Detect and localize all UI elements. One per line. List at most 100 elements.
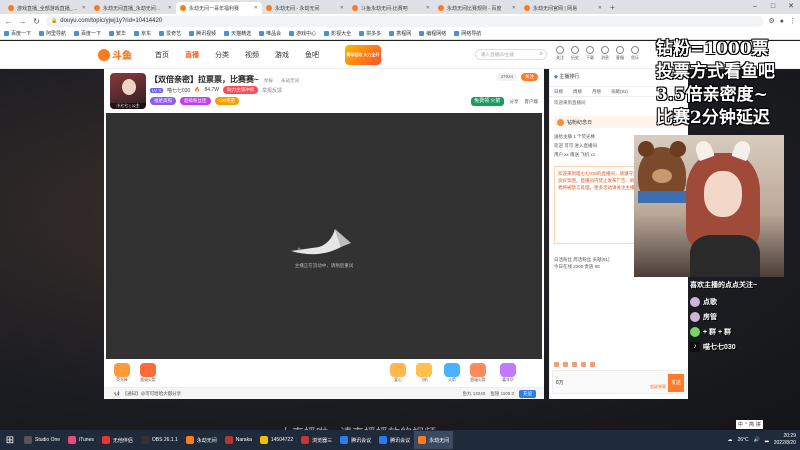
browser-tab[interactable]: 永劫无间 - 永劫无间 ✕ bbox=[262, 2, 348, 14]
browser-tab[interactable]: 游戏直播_全部游戏直播_斗鱼直播✕ bbox=[4, 2, 90, 14]
ime-button[interactable]: 简 bbox=[749, 421, 754, 428]
badge-super-fans[interactable]: 超级粉丝团 bbox=[180, 97, 211, 105]
close-tab-icon[interactable]: ✕ bbox=[82, 5, 86, 11]
send-button[interactable]: 发送 bbox=[668, 374, 684, 392]
chat-tab[interactable]: 贡献(91) bbox=[611, 89, 628, 95]
header-icon-item[interactable]: 消息 bbox=[601, 46, 609, 61]
chat-tab[interactable]: 周榜 bbox=[573, 89, 582, 95]
header-icon-item[interactable]: 关注 bbox=[556, 46, 564, 61]
nav-item[interactable]: 分类 bbox=[215, 50, 229, 60]
bookmark-item[interactable]: 百度一下 bbox=[4, 30, 31, 37]
anchor-name[interactable]: 喵七七030 bbox=[167, 87, 190, 94]
bookmark-item[interactable]: 爱奇艺 bbox=[159, 30, 181, 37]
profile-icon[interactable]: ● bbox=[780, 18, 784, 25]
nav-item[interactable]: 鱼吧 bbox=[305, 50, 319, 60]
ime-button[interactable]: 中 bbox=[738, 421, 743, 428]
header-icon-item[interactable]: 客服 bbox=[616, 46, 624, 61]
bookmark-item[interactable]: 携程网 bbox=[389, 30, 411, 37]
taskbar-item[interactable]: 14504722 bbox=[256, 431, 297, 449]
bookmark-item[interactable]: 唯品会 bbox=[259, 30, 281, 37]
bookmark-item[interactable]: 影视大全 bbox=[324, 30, 351, 37]
forward-icon[interactable]: → bbox=[18, 17, 27, 26]
bookmark-item[interactable]: 阿里导航 bbox=[39, 30, 66, 37]
taskbar-item[interactable]: Naraka bbox=[221, 431, 256, 449]
ime-button[interactable]: 拼 bbox=[756, 421, 761, 428]
gift-item[interactable]: 嘉年华 bbox=[496, 363, 520, 383]
gift-item[interactable]: 荧光棒 bbox=[110, 363, 134, 383]
gift-item[interactable]: 超级火箭 bbox=[136, 363, 160, 383]
browser-tab[interactable]: 永劫无间比赛规则 - 百度 ✕ bbox=[434, 2, 520, 14]
follow-button[interactable]: 关注 bbox=[521, 73, 538, 81]
close-tab-icon[interactable]: ✕ bbox=[168, 5, 172, 11]
network-icon[interactable]: ▂ bbox=[765, 437, 769, 443]
taskbar-item[interactable]: 永劫无间 bbox=[182, 431, 221, 449]
clock[interactable]: 20:29 2022/8/20 bbox=[774, 433, 796, 447]
badge-intimacy[interactable]: 100亲密 bbox=[214, 97, 240, 105]
color-icon[interactable] bbox=[572, 361, 577, 367]
browser-tab[interactable]: 永劫无间官网 | 网易 ✕ bbox=[520, 2, 606, 14]
bookmark-item[interactable]: 繁华 bbox=[109, 30, 126, 37]
search-icon[interactable]: ⌕ bbox=[540, 50, 543, 59]
taskbar-item[interactable]: 腾讯会议 bbox=[375, 431, 414, 449]
taskbar-item[interactable]: 腾讯会议 bbox=[336, 431, 375, 449]
header-icon-item[interactable]: 鱼乐 bbox=[631, 46, 639, 61]
taskbar-item[interactable]: Studio One bbox=[20, 431, 64, 449]
close-tab-icon[interactable]: ✕ bbox=[340, 5, 344, 11]
maximize-icon[interactable]: □ bbox=[764, 0, 782, 14]
settings-icon[interactable] bbox=[590, 361, 595, 367]
taskbar-item[interactable]: iTunes bbox=[64, 431, 98, 449]
ime-button[interactable]: ° bbox=[745, 422, 747, 428]
reload-icon[interactable]: ↻ bbox=[32, 17, 41, 26]
chat-tab[interactable]: 日榜 bbox=[554, 89, 563, 95]
bookmark-item[interactable]: 游戏中心 bbox=[289, 30, 316, 37]
rank-label[interactable]: 主播排行 bbox=[559, 74, 579, 80]
room-category[interactable]: 永劫无间 bbox=[281, 78, 299, 83]
nav-item[interactable]: 直播 bbox=[185, 50, 199, 60]
gift-item[interactable]: 火箭 bbox=[440, 363, 464, 383]
close-tab-icon[interactable]: ✕ bbox=[598, 5, 602, 11]
bookmark-item[interactable]: 网络导航 bbox=[454, 30, 481, 37]
taskbar-item[interactable]: 永劫无间 bbox=[414, 431, 454, 449]
chat-tab[interactable]: 月榜 bbox=[592, 89, 601, 95]
new-tab-button[interactable]: + bbox=[606, 2, 619, 14]
emoji-icon[interactable] bbox=[554, 361, 559, 367]
room-title-report[interactable]: 举报 bbox=[264, 78, 273, 83]
share-button[interactable]: 分享 bbox=[510, 99, 519, 105]
bookmark-item[interactable]: 腾讯视频 bbox=[189, 30, 216, 37]
fan-badge-icon[interactable] bbox=[563, 361, 568, 367]
bookmark-item[interactable]: 天猫精选 bbox=[224, 30, 251, 37]
menu-icon[interactable]: ⋮ bbox=[789, 17, 796, 25]
anchor-avatar[interactable]: 小七七 | 公主 bbox=[110, 73, 146, 109]
gift-item[interactable]: 爱心 bbox=[386, 363, 410, 383]
badge-lucky[interactable]: 福星高照 bbox=[150, 97, 176, 105]
nav-item[interactable]: 视频 bbox=[245, 50, 259, 60]
recharge-button[interactable]: 充值 bbox=[519, 390, 536, 398]
event-banner[interactable]: 周年狂欢 火力全开 bbox=[345, 45, 381, 65]
client-button[interactable]: 客户端 bbox=[525, 99, 539, 105]
address-bar[interactable]: 🔒 douyu.com/topic/yjwj1y?rid=10414420 bbox=[46, 15, 764, 27]
volume-icon[interactable]: 🔊 bbox=[754, 437, 760, 443]
browser-tab[interactable]: 永劫无间一哥年福利赛 ✕ bbox=[176, 2, 262, 14]
browser-tab[interactable]: 斗鱼永劫无间-比赛吧 ✕ bbox=[348, 2, 434, 14]
extension-icon[interactable]: ⚙ bbox=[768, 17, 774, 25]
header-icon-item[interactable]: 下载 bbox=[586, 46, 594, 61]
activity-tag[interactable]: 助力主播冲榜 bbox=[222, 86, 258, 94]
bookmark-item[interactable]: 百度一下 bbox=[74, 30, 101, 37]
header-icon-item[interactable]: 历史 bbox=[571, 46, 579, 61]
free-rocket-button[interactable]: 免费领 火箭 bbox=[471, 97, 504, 106]
close-tab-icon[interactable]: ✕ bbox=[426, 5, 430, 11]
nav-item[interactable]: 首页 bbox=[155, 50, 169, 60]
taskbar-item[interactable]: OBS 26.1.1 bbox=[137, 431, 182, 449]
taskbar-item[interactable]: 无他伴侣 bbox=[98, 431, 137, 449]
site-search-input[interactable]: 输入直播间/主播 ⌕ bbox=[475, 49, 547, 60]
bookmark-item[interactable]: 编程网络 bbox=[419, 30, 446, 37]
close-icon[interactable]: ✕ bbox=[782, 0, 800, 14]
super-danmaku-hint[interactable]: 超级弹幕 bbox=[650, 384, 666, 390]
gift-icon[interactable] bbox=[581, 361, 586, 367]
gift-item[interactable]: 飞机 bbox=[412, 363, 436, 383]
report-feedback-link[interactable]: 举报反馈 bbox=[262, 87, 282, 94]
close-tab-icon[interactable]: ✕ bbox=[254, 5, 258, 11]
back-icon[interactable]: ← bbox=[4, 17, 13, 26]
gift-item[interactable]: 超级火箭 bbox=[466, 363, 490, 383]
bookmark-item[interactable]: 拼多多 bbox=[359, 30, 381, 37]
